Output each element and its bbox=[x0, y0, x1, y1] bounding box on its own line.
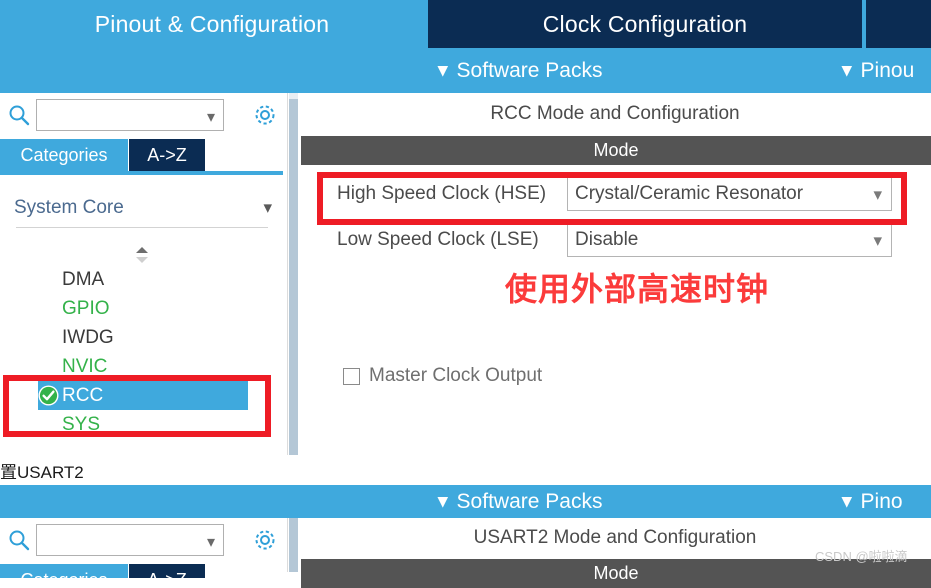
master-clock-output-row[interactable]: Master Clock Output bbox=[343, 365, 542, 387]
watermark: CSDN @啦啦滴 bbox=[815, 549, 908, 564]
sidebar-category-tabs: Categories A->Z bbox=[0, 139, 288, 171]
main-tab-bar: Pinout & Configuration Clock Configurati… bbox=[0, 0, 931, 48]
pinout-menu-label-2: Pino bbox=[860, 489, 903, 513]
sidebar-search-row: ▾ bbox=[0, 93, 288, 138]
mode-header-label: Mode bbox=[593, 140, 639, 160]
lse-label: Low Speed Clock (LSE) bbox=[337, 229, 539, 250]
sidebar-group-system-core[interactable]: System Core ▾ bbox=[14, 191, 272, 225]
annotation-box-hse bbox=[317, 172, 907, 225]
sidebar-item-gpio[interactable]: GPIO bbox=[0, 294, 288, 323]
menu-software-packs[interactable]: ▾ Software Packs bbox=[438, 48, 602, 93]
search-input-2[interactable]: ▾ bbox=[36, 524, 224, 556]
gear-icon[interactable] bbox=[252, 527, 278, 553]
software-packs-label: Software Packs bbox=[456, 58, 603, 82]
tab-a-to-z-2[interactable]: A->Z bbox=[129, 564, 205, 578]
annotation-text-hse: 使用外部高速时钟 bbox=[505, 271, 770, 307]
gear-icon[interactable] bbox=[252, 102, 278, 128]
chevron-down-icon: ▾ bbox=[842, 60, 852, 81]
sidebar-item-iwdg[interactable]: IWDG bbox=[0, 323, 288, 352]
scroll-spinner-icon[interactable] bbox=[131, 245, 153, 265]
panel-usart2-configuration: ▾ Software Packs ▾ Pino ▾ USART2 Mode an… bbox=[0, 485, 931, 588]
menu-pinout-2[interactable]: ▾ Pino bbox=[842, 485, 903, 518]
menu-software-packs-2[interactable]: ▾ Software Packs bbox=[438, 485, 602, 518]
tab-pinout-label: Pinout & Configuration bbox=[94, 10, 330, 37]
annotation-box-rcc bbox=[3, 375, 271, 437]
panel-title: RCC Mode and Configuration bbox=[299, 93, 931, 135]
sidebar-item-label: GPIO bbox=[62, 297, 110, 319]
tab-pinout-configuration[interactable]: Pinout & Configuration bbox=[0, 0, 424, 48]
tab-clock-configuration[interactable]: Clock Configuration bbox=[428, 0, 862, 48]
chevron-down-icon: ▾ bbox=[873, 231, 882, 250]
tab-partial-right[interactable] bbox=[866, 0, 931, 48]
search-input[interactable]: ▾ bbox=[36, 99, 224, 131]
mode-section-header: Mode bbox=[301, 136, 931, 165]
tab-categories-2[interactable]: Categories bbox=[0, 564, 128, 578]
category-tabs-underline bbox=[0, 171, 283, 175]
panel-title-label: RCC Mode and Configuration bbox=[490, 103, 740, 124]
sidebar-item-label: DMA bbox=[62, 268, 105, 290]
panel-scrollbar-track-top bbox=[289, 93, 298, 99]
tab-a-to-z[interactable]: A->Z bbox=[129, 139, 205, 171]
sidebar-item-dma[interactable]: DMA bbox=[0, 265, 288, 294]
tab-categories-label: Categories bbox=[20, 144, 108, 165]
component-sidebar-2: ▾ Categories A->Z bbox=[0, 518, 288, 578]
chevron-down-icon: ▾ bbox=[438, 491, 448, 512]
tab-a-to-z-label: A->Z bbox=[147, 144, 187, 165]
search-icon bbox=[8, 104, 30, 126]
menu-pinout[interactable]: ▾ Pinou bbox=[842, 48, 914, 93]
sidebar-category-tabs-2: Categories A->Z bbox=[0, 564, 288, 578]
app-screenshot: Pinout & Configuration Clock Configurati… bbox=[0, 0, 931, 588]
chevron-down-icon: ▾ bbox=[438, 60, 448, 81]
tab-clock-label: Clock Configuration bbox=[542, 10, 748, 37]
secondary-bar: ▾ Software Packs ▾ Pinou bbox=[0, 48, 931, 93]
panel-title-label-2: USART2 Mode and Configuration bbox=[473, 527, 757, 548]
tab-a-to-z-label-2: A->Z bbox=[147, 570, 187, 579]
mode-header-label-2: Mode bbox=[593, 563, 639, 583]
tab-categories[interactable]: Categories bbox=[0, 139, 128, 171]
group-label: System Core bbox=[14, 197, 124, 218]
caption-label: 置USART2 bbox=[0, 462, 84, 482]
group-divider bbox=[16, 227, 268, 228]
chevron-down-icon: ▾ bbox=[263, 198, 272, 217]
lse-select-value: Disable bbox=[575, 229, 639, 250]
caption-text-between-captures: 置USART2 bbox=[0, 455, 931, 485]
chevron-down-icon: ▾ bbox=[842, 491, 852, 512]
master-clock-output-checkbox[interactable] bbox=[343, 367, 360, 385]
tab-categories-label-2: Categories bbox=[20, 570, 107, 579]
secondary-bar-2: ▾ Software Packs ▾ Pino bbox=[0, 485, 931, 518]
panel-clock-configuration: Pinout & Configuration Clock Configurati… bbox=[0, 0, 931, 455]
software-packs-label-2: Software Packs bbox=[456, 489, 603, 513]
panel-scrollbar-2[interactable] bbox=[289, 518, 298, 572]
lse-select[interactable]: Disable ▾ bbox=[567, 223, 892, 257]
chevron-down-icon: ▾ bbox=[206, 109, 215, 126]
panel-scrollbar[interactable] bbox=[289, 93, 298, 455]
search-icon bbox=[8, 529, 30, 551]
chevron-down-icon: ▾ bbox=[206, 534, 215, 551]
sidebar-item-label: IWDG bbox=[62, 326, 114, 348]
pinout-menu-label: Pinou bbox=[860, 58, 915, 82]
master-clock-output-label: Master Clock Output bbox=[369, 365, 543, 386]
field-row-lse: Low Speed Clock (LSE) Disable ▾ bbox=[337, 221, 892, 259]
